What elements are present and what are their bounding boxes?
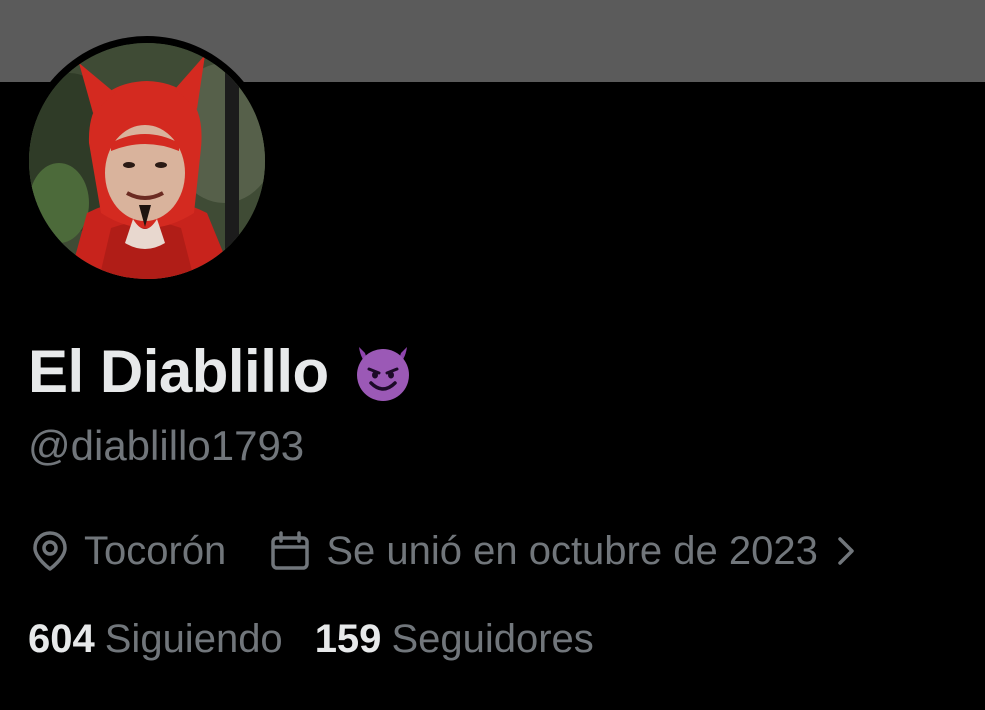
profile-meta: Tocorón Se unió en octubre de 2023	[28, 525, 858, 577]
following-link[interactable]: 604 Siguiendo	[28, 617, 283, 662]
location-pin-icon	[28, 529, 72, 573]
location-item: Tocorón	[28, 529, 226, 574]
followers-link[interactable]: 159 Seguidores	[315, 617, 594, 662]
followers-label: Seguidores	[391, 616, 594, 661]
joined-date-item[interactable]: Se unió en octubre de 2023	[268, 529, 858, 574]
location-label: Tocorón	[84, 528, 227, 573]
following-label: Siguiendo	[104, 616, 283, 661]
avatar-photo	[29, 43, 265, 279]
avatar[interactable]	[29, 43, 265, 279]
joined-date-label: Se unió en octubre de 2023	[326, 528, 818, 573]
profile-handle: @diablillo1793	[28, 422, 305, 469]
profile-display-name: El Diablillo	[28, 334, 417, 408]
display-name-text: El Diablillo	[28, 337, 329, 405]
smiling-face-with-horns-icon	[349, 337, 417, 405]
followers-count: 159	[314, 616, 382, 661]
following-count: 604	[28, 616, 95, 661]
calendar-icon	[268, 529, 312, 573]
chevron-right-icon	[834, 531, 858, 571]
profile-stats: 604 Siguiendo 159 Seguidores	[28, 612, 594, 666]
